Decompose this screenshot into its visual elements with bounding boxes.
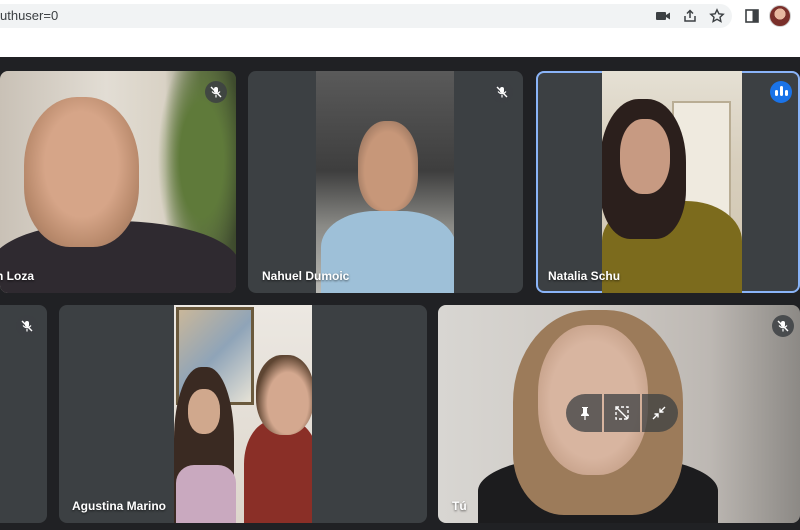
- pin-button[interactable]: [566, 394, 602, 432]
- person-face: [256, 355, 312, 435]
- minimize-icon: [652, 406, 666, 420]
- participant-tile-active[interactable]: Natalia Schu: [536, 71, 800, 293]
- mic-off-indicator: [772, 315, 794, 337]
- participant-video: [0, 71, 236, 293]
- participant-name: Natalia Schu: [548, 269, 621, 283]
- remove-frame-button[interactable]: [604, 394, 640, 432]
- participant-name: n Loza: [0, 269, 34, 283]
- mic-off-indicator: [205, 81, 227, 103]
- participant-video: [316, 71, 454, 293]
- participant-video: [174, 305, 312, 523]
- mic-off-icon: [496, 86, 508, 98]
- mic-off-indicator: [16, 315, 38, 337]
- participant-name: Agustina Marino: [72, 499, 167, 513]
- profile-avatar[interactable]: [769, 5, 791, 27]
- tile-hover-controls: [566, 394, 678, 432]
- browser-chrome: uthuser=0: [0, 0, 800, 57]
- participant-tile[interactable]: Nahuel Dumoic: [248, 71, 523, 293]
- person-face: [358, 121, 418, 211]
- participant-name: Tú: [452, 499, 467, 513]
- participant-name: Nahuel Dumoic: [262, 269, 350, 283]
- address-bar[interactable]: uthuser=0: [0, 4, 732, 28]
- url-text: uthuser=0: [0, 8, 59, 23]
- person-torso: [176, 465, 236, 523]
- share-icon[interactable]: [682, 8, 698, 24]
- person-face: [620, 119, 670, 194]
- pin-icon: [581, 407, 589, 420]
- minimize-button[interactable]: [642, 394, 678, 432]
- participant-video: [602, 71, 742, 293]
- person-face: [188, 389, 220, 434]
- star-icon[interactable]: [709, 8, 725, 24]
- mic-off-icon: [21, 320, 33, 332]
- camera-icon[interactable]: [655, 8, 671, 24]
- participant-tile[interactable]: n Loza: [0, 71, 236, 293]
- speaking-indicator: [770, 81, 792, 103]
- person-torso: [244, 420, 312, 523]
- remove-frame-icon: [615, 406, 629, 420]
- participant-tile[interactable]: [0, 305, 47, 523]
- mic-off-icon: [210, 86, 222, 98]
- sidebar-icon[interactable]: [744, 8, 760, 24]
- mic-off-icon: [777, 320, 789, 332]
- participant-tile[interactable]: Agustina Marino: [59, 305, 427, 523]
- mic-off-indicator: [491, 81, 513, 103]
- person-face: [24, 97, 139, 247]
